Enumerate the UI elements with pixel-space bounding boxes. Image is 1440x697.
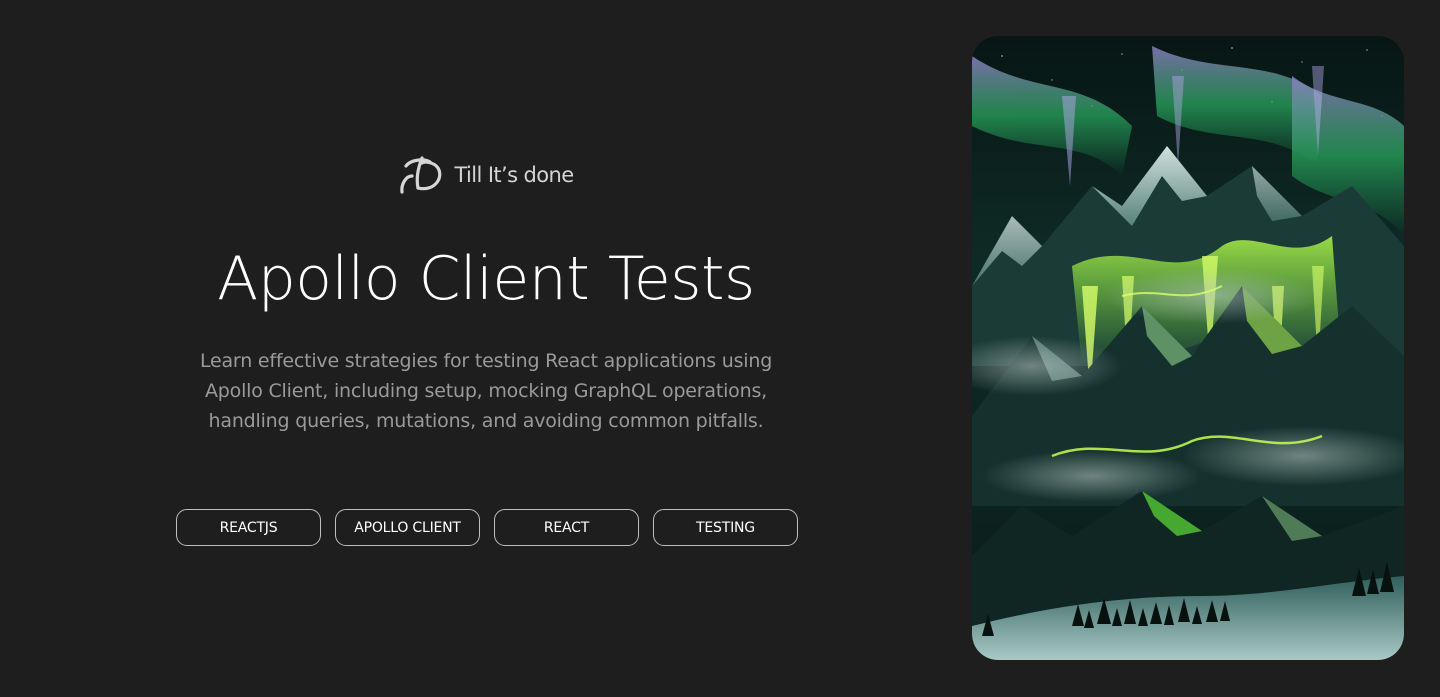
brand-name: Till It’s done — [454, 163, 574, 187]
td-monogram-logo-icon — [400, 156, 442, 194]
tag-apollo-client[interactable]: APOLLO CLIENT — [335, 509, 480, 546]
article-hero: Till It’s done Apollo Client Tests Learn… — [170, 0, 802, 697]
cover-image — [972, 36, 1404, 660]
tag-react[interactable]: REACT — [494, 509, 639, 546]
aurora-mountains-illustration — [972, 36, 1404, 660]
tag-reactjs[interactable]: REACTJS — [176, 509, 321, 546]
article-description: Learn effective strategies for testing R… — [199, 350, 773, 432]
tag-list: REACTJS APOLLO CLIENT REACT TESTING — [176, 509, 798, 546]
tag-testing[interactable]: TESTING — [653, 509, 798, 546]
brand-link[interactable]: Till It’s done — [170, 152, 802, 198]
page-title: Apollo Client Tests — [217, 244, 755, 314]
article-hero-page: Till It’s done Apollo Client Tests Learn… — [0, 0, 1440, 697]
